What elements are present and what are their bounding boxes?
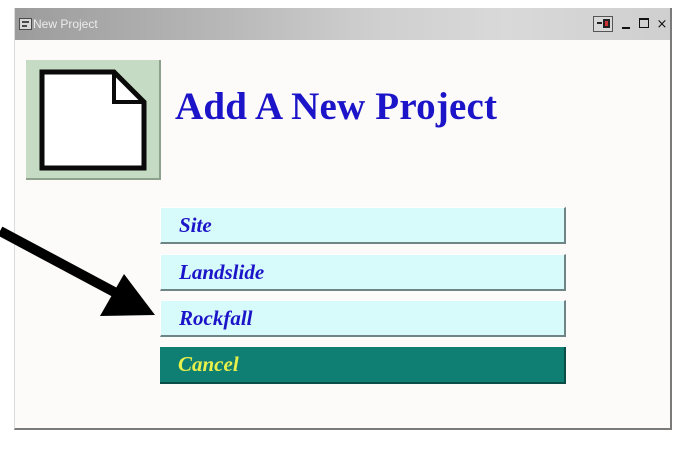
- pointer-arrow-icon: [0, 226, 155, 316]
